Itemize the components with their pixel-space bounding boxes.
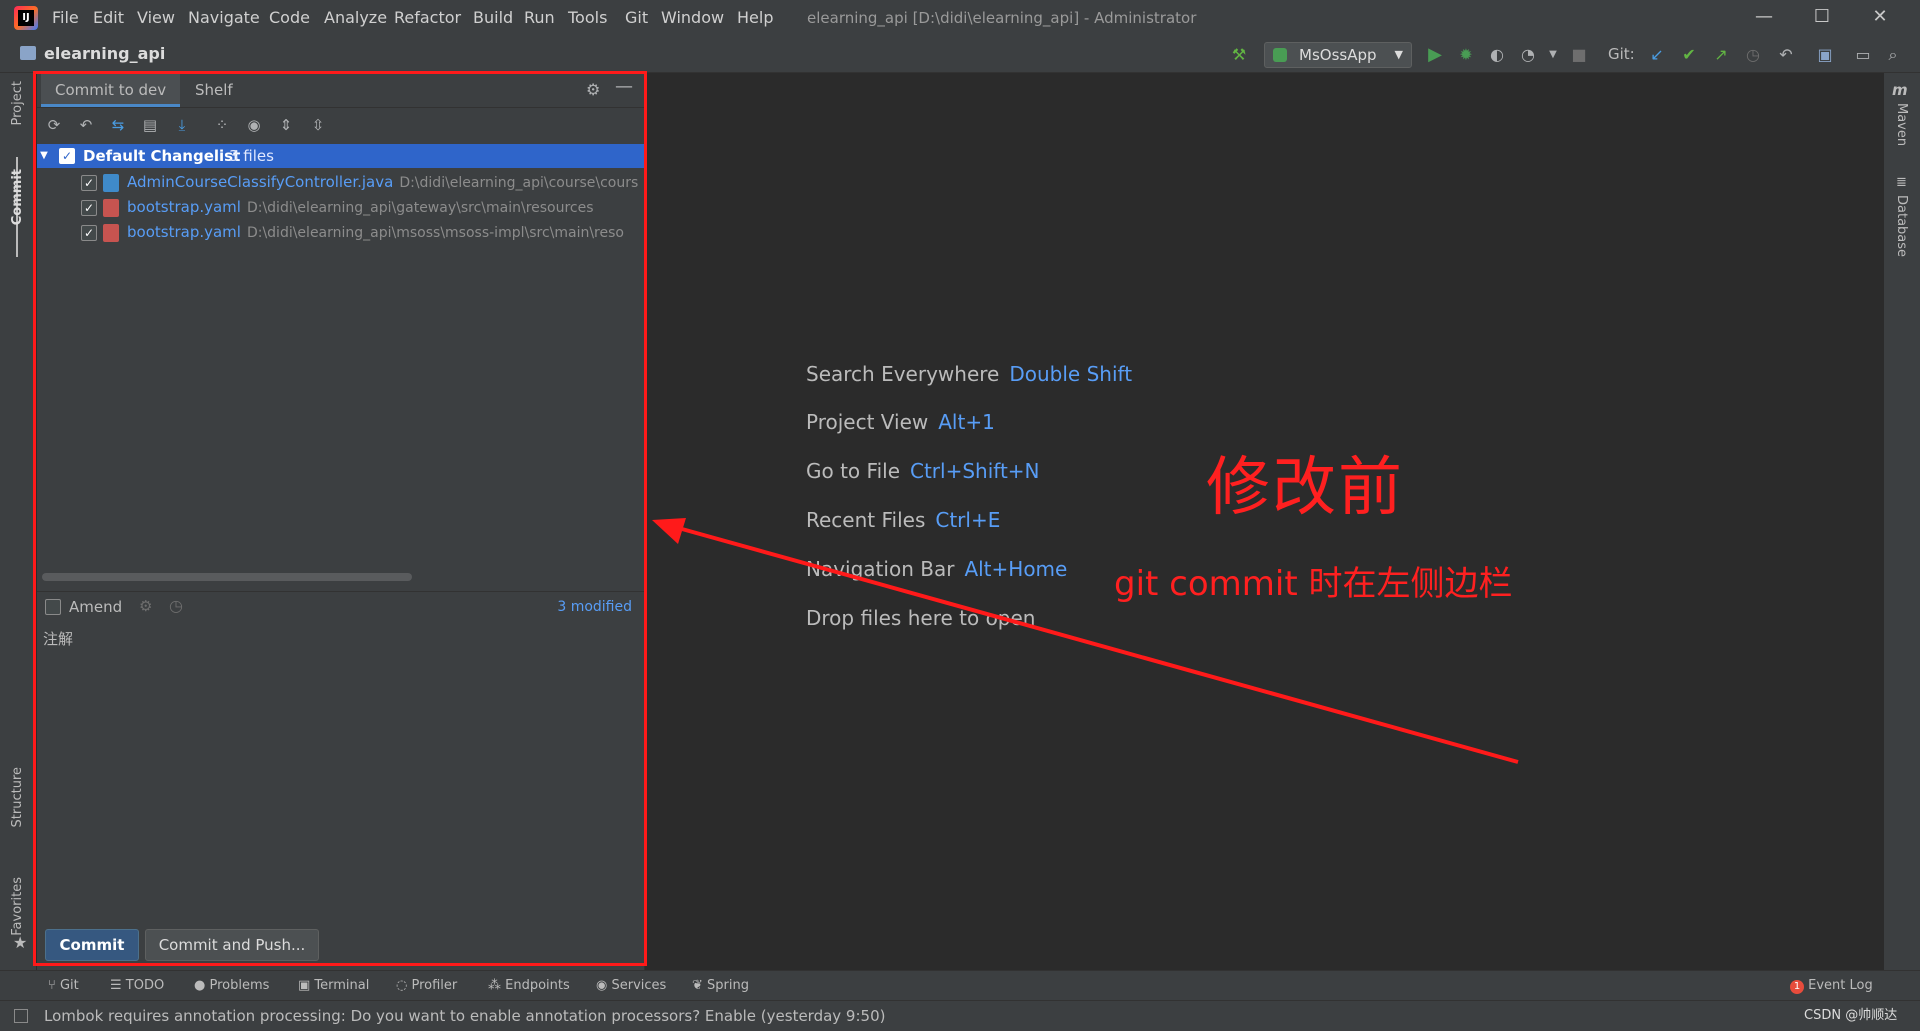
toolwindow-label: Endpoints <box>505 978 570 993</box>
endpoints-icon: ⁂ <box>488 978 506 993</box>
annotation-subtitle: git commit 时在左侧边栏 <box>1114 564 1513 604</box>
arrow-head <box>652 518 686 544</box>
toolwindow-terminal[interactable]: ▣ Terminal <box>298 971 369 1001</box>
toolwindow-label: Profiler <box>411 978 458 993</box>
event-count-badge: 1 <box>1790 980 1804 994</box>
event-log-tab[interactable]: 1 Event Log <box>1790 971 1873 1001</box>
terminal-icon: ▣ <box>298 978 315 993</box>
toggle-tool-windows-icon[interactable] <box>14 1009 28 1023</box>
toolwindow-label: TODO <box>125 978 165 993</box>
profiler-icon: ◌ <box>396 978 412 993</box>
status-message[interactable]: Lombok requires annotation processing: D… <box>44 1001 885 1031</box>
toolwindow-todo[interactable]: ☰ TODO <box>110 971 164 1001</box>
toolwindow-label: Spring <box>707 978 749 993</box>
info-icon: ● <box>194 978 210 993</box>
status-bar: Lombok requires annotation processing: D… <box>0 1000 1920 1031</box>
toolwindow-label: Services <box>611 978 667 993</box>
event-log-label: Event Log <box>1808 978 1873 993</box>
toolwindow-services[interactable]: ◉ Services <box>596 971 666 1001</box>
toolwindow-label: Git <box>59 978 79 993</box>
git-branch-icon: ⑂ <box>48 978 60 993</box>
tool-window-bar: ⑂ Git ☰ TODO ● Problems ▣ Terminal ◌ Pro… <box>0 970 1920 1001</box>
spring-leaf-icon: ❦ <box>692 978 708 993</box>
csdn-watermark: CSDN @帅顺达 <box>1804 1008 1898 1023</box>
services-icon: ◉ <box>596 978 612 993</box>
toolwindow-label: Problems <box>209 978 270 993</box>
toolwindow-profiler[interactable]: ◌ Profiler <box>396 971 457 1001</box>
annotation-arrow <box>652 518 1519 764</box>
list-icon: ☰ <box>110 978 126 993</box>
toolwindow-problems[interactable]: ● Problems <box>194 971 269 1001</box>
toolwindow-git[interactable]: ⑂ Git <box>48 971 79 1001</box>
annotation-title: 修改前 <box>1206 451 1404 525</box>
toolwindow-label: Terminal <box>314 978 370 993</box>
toolwindow-spring[interactable]: ❦ Spring <box>692 971 749 1001</box>
toolwindow-endpoints[interactable]: ⁂ Endpoints <box>488 971 570 1001</box>
